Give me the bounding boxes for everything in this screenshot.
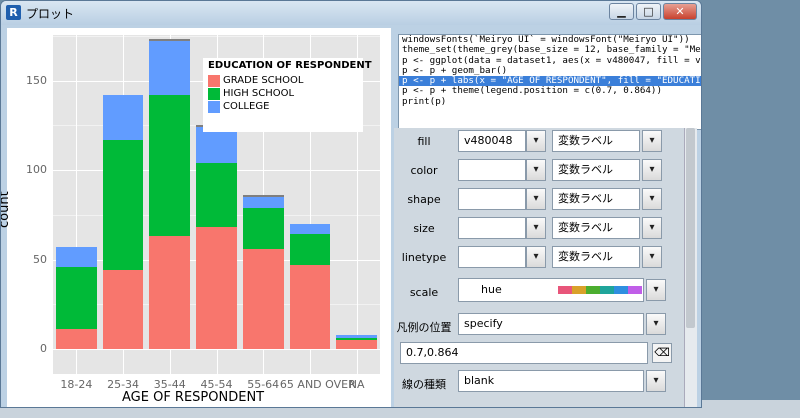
scrollbar-thumb[interactable]: [686, 128, 695, 328]
scale-label: scale: [409, 286, 439, 299]
bar-segment-high-school: [196, 162, 237, 228]
code-line[interactable]: print(p): [399, 96, 701, 107]
color-variable-dropdown[interactable]: ▾: [526, 159, 546, 181]
color-label: color: [410, 164, 438, 177]
legend-key-college: [208, 101, 220, 113]
fill-label: fill: [417, 135, 431, 148]
linetype-label: linetype: [401, 251, 447, 264]
bar-segment-grade-school: [242, 248, 284, 349]
plot-area: 0 50 100 150 18-24 25-34 35-44 45-54 55-64 65 AN…: [1, 28, 391, 407]
legend: EDUCATION OF RESPONDENT GRADE SCHOOL HIG…: [203, 58, 372, 132]
fill-variable-select[interactable]: v480048: [458, 130, 526, 152]
bar-segment-grade-school: [196, 227, 237, 349]
legend-title: EDUCATION OF RESPONDENT: [208, 60, 372, 71]
bar-segment-college: [56, 246, 97, 267]
color-type-dropdown[interactable]: ▾: [642, 159, 662, 181]
bar-segment-grade-school: [289, 264, 331, 349]
bar-segment-high-school: [102, 139, 144, 271]
bar-segment-grade-school: [336, 340, 377, 349]
bar-segment-high-school: [242, 207, 284, 249]
legend-coordinates-input[interactable]: 0.7,0.864: [400, 342, 648, 364]
line-type-label: 線の種類: [402, 378, 446, 391]
linetype-variable-dropdown[interactable]: ▾: [526, 246, 546, 268]
bar-segment-college: [289, 223, 331, 235]
linetype-type-select[interactable]: 変数ラベル: [552, 246, 640, 268]
bar-segment-high-school: [289, 234, 331, 265]
shape-type-dropdown[interactable]: ▾: [642, 188, 662, 210]
legend-position-label: 凡例の位置: [396, 321, 452, 334]
size-type-dropdown[interactable]: ▾: [642, 217, 662, 239]
bar-segment-college: [336, 334, 377, 339]
fill-type-select[interactable]: 変数ラベル: [552, 130, 640, 152]
palette-swatch: [558, 286, 572, 294]
aesthetics-controls: fill v480048 ▾ 変数ラベル ▾ color ▾ 変数ラベル ▾ s…: [394, 128, 684, 407]
legend-label-college: COLLEGE: [223, 101, 270, 112]
y-tick-label: 0: [40, 342, 47, 355]
y-tick-label: 100: [26, 163, 47, 176]
x-tick-label: NA: [348, 378, 365, 391]
bar-segment-grade-school: [149, 236, 191, 349]
x-axis-label: AGE OF RESPONDENT: [122, 390, 265, 405]
bar-segment-high-school: [149, 94, 191, 237]
y-axis-label: count: [0, 191, 12, 228]
controls-scrollbar[interactable]: [684, 128, 697, 407]
shape-label: shape: [407, 193, 441, 206]
plot-window: R プロット ▁ □ ✕ 0 50 100 150 18-24 25-34 35-44 45…: [0, 0, 702, 408]
code-editor[interactable]: windowsFonts(`Meiryo UI` = windowsFont("…: [398, 34, 701, 130]
bar-segment-high-school: [336, 338, 377, 341]
bar-segment-grade-school: [56, 329, 97, 349]
bar-segment-high-school: [56, 266, 97, 330]
palette-swatch: [614, 286, 628, 294]
r-app-icon: R: [6, 5, 21, 20]
y-tick-label: 50: [33, 252, 47, 266]
line-type-dropdown[interactable]: ▾: [646, 370, 666, 392]
clear-eraser-icon[interactable]: ⌫: [652, 343, 672, 363]
size-type-select[interactable]: 変数ラベル: [552, 217, 640, 239]
legend-key-grade-school: [208, 75, 220, 87]
settings-pane: windowsFonts(`Meiryo UI` = windowsFont("…: [394, 28, 701, 407]
palette-swatch: [586, 286, 600, 294]
bar-segment-college: [102, 94, 144, 140]
scale-dropdown[interactable]: ▾: [646, 279, 666, 301]
legend-position-select[interactable]: specify: [458, 313, 644, 335]
hue-palette-preview: [558, 286, 642, 294]
bar-segment-grade-school: [102, 270, 144, 349]
line-type-select[interactable]: blank: [458, 370, 644, 392]
size-variable-select[interactable]: [458, 217, 526, 239]
bar-segment-college: [196, 127, 237, 163]
palette-swatch: [600, 286, 614, 294]
bar-segment-college: [242, 196, 284, 208]
legend-key-high-school: [208, 88, 220, 100]
legend-position-dropdown[interactable]: ▾: [646, 313, 666, 335]
linetype-type-dropdown[interactable]: ▾: [642, 246, 662, 268]
y-tick-label: 150: [26, 73, 47, 87]
shape-variable-select[interactable]: [458, 188, 526, 210]
bar-segment-missing: [149, 39, 191, 42]
window-title: プロット: [26, 7, 75, 21]
color-variable-select[interactable]: [458, 159, 526, 181]
shape-type-select[interactable]: 変数ラベル: [552, 188, 640, 210]
palette-swatch: [572, 286, 586, 294]
shape-variable-dropdown[interactable]: ▾: [526, 188, 546, 210]
palette-swatch: [628, 286, 642, 294]
bar-segment-college: [149, 41, 191, 95]
maximize-button[interactable]: □: [636, 3, 661, 20]
size-variable-dropdown[interactable]: ▾: [526, 217, 546, 239]
minimize-button[interactable]: ▁: [609, 3, 634, 20]
bar-segment-missing: [242, 195, 284, 197]
fill-variable-dropdown[interactable]: ▾: [526, 130, 546, 152]
title-bar[interactable]: R プロット ▁ □ ✕: [1, 1, 701, 25]
fill-type-dropdown[interactable]: ▾: [642, 130, 662, 152]
size-label: size: [413, 222, 435, 235]
color-type-select[interactable]: 変数ラベル: [552, 159, 640, 181]
linetype-variable-select[interactable]: [458, 246, 526, 268]
legend-label-high-school: HIGH SCHOOL: [223, 88, 295, 99]
close-button[interactable]: ✕: [663, 3, 697, 20]
legend-label-grade-school: GRADE SCHOOL: [223, 75, 304, 86]
